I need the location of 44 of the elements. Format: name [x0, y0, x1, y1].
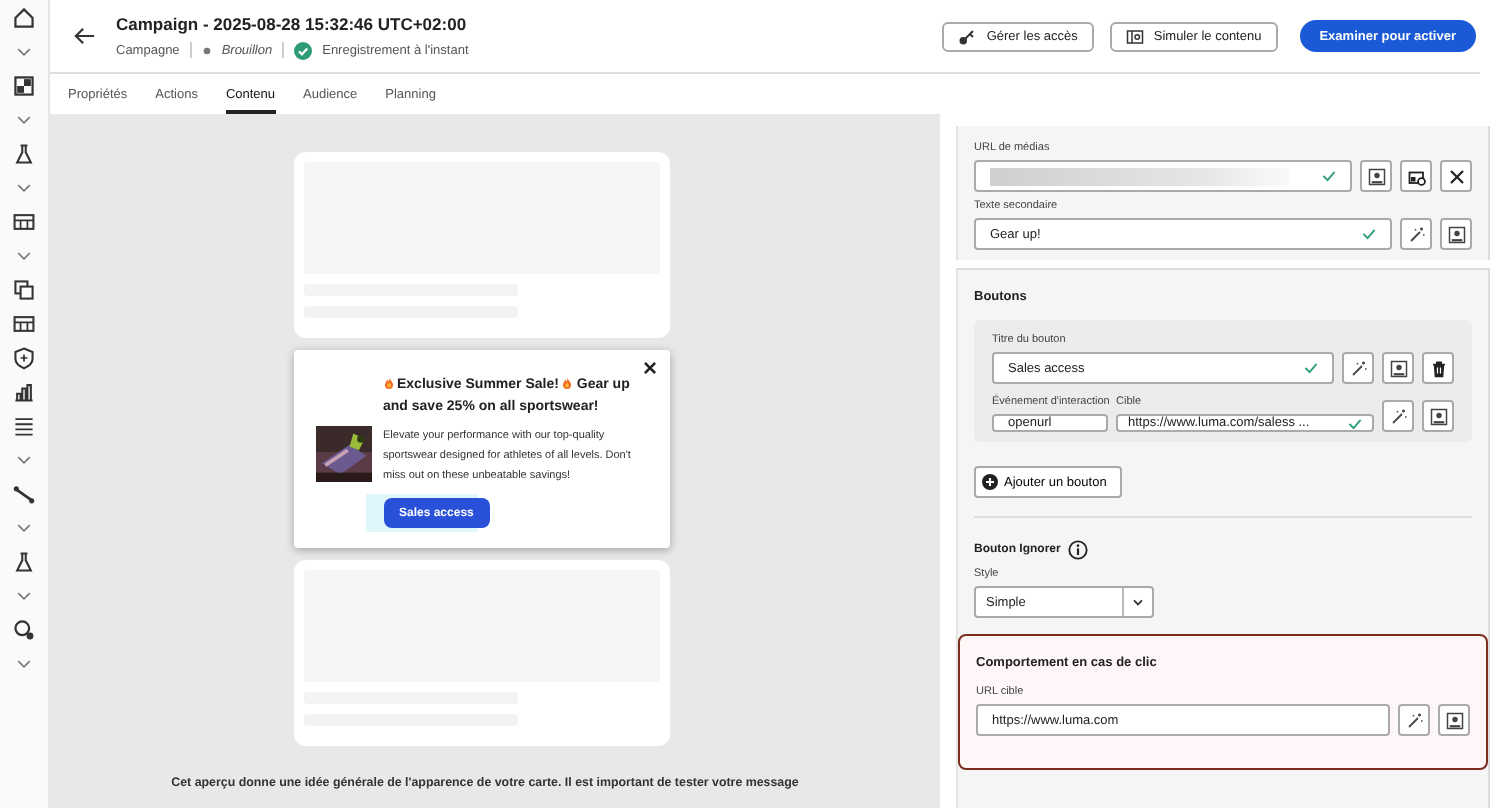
personalize-icon [1445, 711, 1463, 729]
personalize-icon [1447, 225, 1465, 243]
icon-button[interactable] [1382, 352, 1414, 384]
search-icon[interactable] [12, 618, 36, 642]
input-field[interactable] [974, 160, 1352, 192]
campaign-title: Campaign - 2025-08-28 15:32:46 UTC+02:00 [116, 13, 469, 33]
dashboard-icon[interactable] [12, 74, 36, 98]
layers-icon[interactable] [12, 278, 36, 302]
chevron-down-icon [1130, 594, 1146, 610]
magic-wand-icon [1389, 407, 1407, 425]
personalize-icon [1367, 167, 1385, 185]
home-icon[interactable] [12, 6, 36, 30]
magic-wand-icon [1407, 225, 1425, 243]
magic-wand-icon [1405, 711, 1423, 729]
list-icon[interactable] [12, 414, 36, 438]
trash-icon [1429, 359, 1447, 377]
info-icon[interactable] [1068, 540, 1089, 560]
personalize-icon [1389, 359, 1407, 377]
close-button[interactable]: × [642, 358, 657, 378]
connector-icon[interactable] [12, 482, 36, 506]
back-arrow-icon[interactable] [74, 26, 96, 46]
status-dot-icon [201, 45, 212, 55]
flame-icon [562, 376, 573, 390]
add-circle-icon [982, 474, 998, 490]
table-icon[interactable] [12, 210, 36, 234]
personalize-icon [1429, 407, 1447, 425]
icon-button[interactable] [1440, 218, 1472, 250]
flask-icon[interactable] [12, 550, 36, 574]
magic-wand-icon [1349, 359, 1367, 377]
delete-button[interactable] [1422, 352, 1454, 384]
flask-icon[interactable] [12, 142, 36, 166]
icon-button[interactable] [1400, 160, 1432, 192]
shield-icon[interactable] [12, 346, 36, 370]
flame-icon [383, 376, 393, 390]
preview-icon [1125, 27, 1144, 45]
key-icon [958, 27, 977, 45]
clear-button[interactable] [1440, 160, 1472, 192]
image-settings-icon [1407, 167, 1425, 185]
close-icon [1447, 167, 1465, 185]
table-icon[interactable] [12, 312, 36, 336]
icon-button[interactable] [1360, 160, 1392, 192]
icon-button[interactable] [1422, 400, 1454, 432]
bar-chart-icon[interactable] [12, 380, 36, 404]
icon-button[interactable] [1438, 704, 1470, 736]
